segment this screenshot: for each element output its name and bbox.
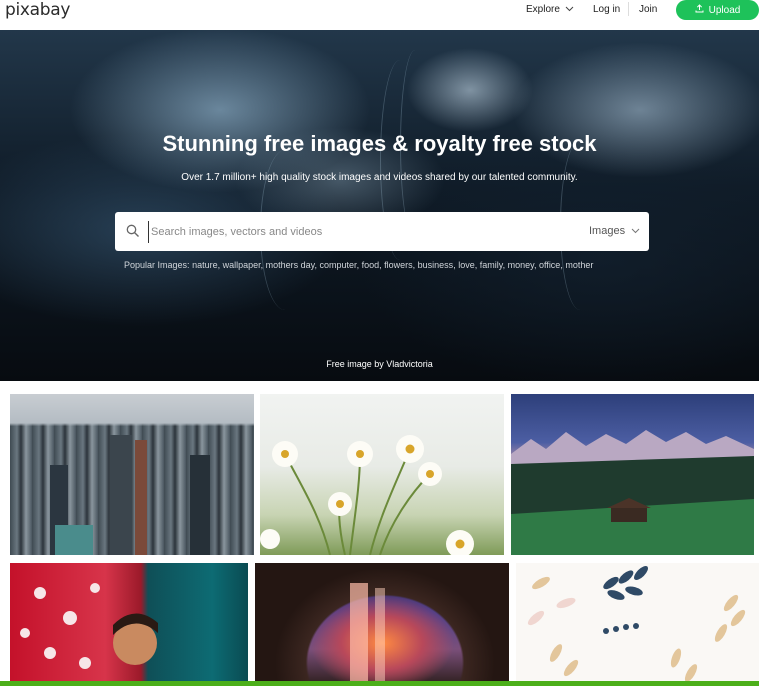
hero-title: Stunning free images & royalty free stoc… xyxy=(162,131,597,156)
gallery-image-mountains[interactable] xyxy=(511,394,754,555)
explore-menu[interactable]: Explore xyxy=(526,4,574,15)
waterfall-illustration xyxy=(350,583,385,686)
leaf-illustration xyxy=(527,566,746,682)
search-icon[interactable] xyxy=(126,224,140,238)
popular-searches: Popular Images: nature, wallpaper, mothe… xyxy=(124,260,594,270)
image-credit[interactable]: Free image by Vladvictoria xyxy=(0,359,759,369)
popular-term[interactable]: business xyxy=(418,260,454,270)
upload-icon xyxy=(695,4,704,16)
popular-term[interactable]: mother xyxy=(565,260,593,270)
building xyxy=(55,525,93,555)
popular-term[interactable]: money xyxy=(508,260,534,270)
gallery-image-city[interactable] xyxy=(10,394,254,555)
hero-banner: Stunning free images & royalty free stoc… xyxy=(0,30,759,381)
gallery-image-leaves[interactable] xyxy=(516,563,759,686)
child-illustration xyxy=(20,583,158,669)
popular-term[interactable]: love xyxy=(458,260,475,270)
popular-label: Popular Images: xyxy=(124,260,190,270)
building xyxy=(190,455,210,555)
popular-term[interactable]: computer xyxy=(320,260,357,270)
hero-subtitle: Over 1.7 million+ high quality stock ima… xyxy=(181,172,578,183)
daisy-illustration xyxy=(260,435,474,555)
chevron-down-icon xyxy=(631,225,640,237)
join-link[interactable]: Join xyxy=(639,4,657,15)
upload-button[interactable]: Upload xyxy=(676,0,759,20)
popular-term[interactable]: food xyxy=(362,260,380,270)
media-type-label: Images xyxy=(589,225,626,237)
upload-label: Upload xyxy=(708,4,741,16)
search-input[interactable] xyxy=(148,221,548,243)
popular-term[interactable]: wallpaper xyxy=(223,260,261,270)
building xyxy=(110,435,132,555)
pixabay-logo[interactable]: pixabay xyxy=(5,0,70,20)
explore-label: Explore xyxy=(526,4,560,15)
gallery-image-daisies[interactable] xyxy=(260,394,504,555)
media-type-select[interactable]: Images xyxy=(589,225,640,237)
chevron-down-icon xyxy=(565,4,574,15)
popular-term[interactable]: nature xyxy=(192,260,218,270)
bottom-accent-bar xyxy=(0,681,759,686)
login-link[interactable]: Log in xyxy=(593,4,620,15)
popular-term[interactable]: office xyxy=(539,260,560,270)
top-nav: pixabay Explore Log in Join Upload xyxy=(0,0,759,30)
gallery-image-child[interactable] xyxy=(10,563,248,686)
popular-term[interactable]: flowers xyxy=(384,260,413,270)
popular-term[interactable]: mothers day xyxy=(266,260,315,270)
popular-term[interactable]: family xyxy=(480,260,503,270)
mountain-illustration xyxy=(511,430,754,555)
gallery-image-waterfall[interactable] xyxy=(255,563,509,686)
search-bar: Images xyxy=(115,212,649,251)
nav-divider xyxy=(628,2,629,16)
building xyxy=(135,440,147,555)
